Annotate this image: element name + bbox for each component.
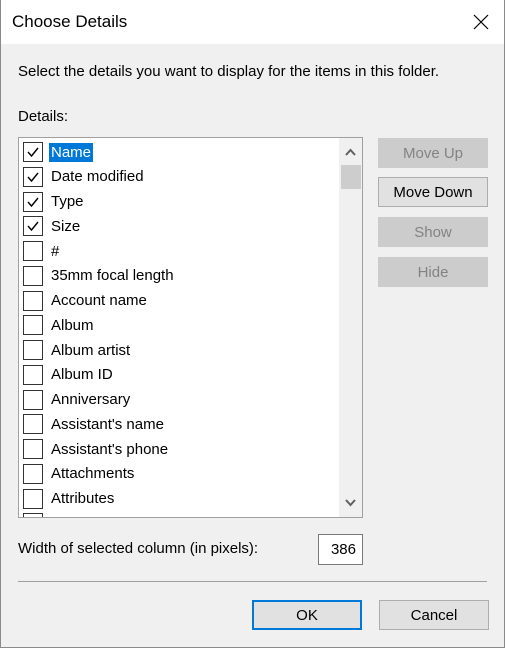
close-icon: [473, 14, 489, 30]
hide-button[interactable]: Hide: [378, 257, 488, 287]
item-checkbox[interactable]: [23, 216, 43, 237]
item-checkbox[interactable]: [23, 439, 43, 459]
item-label: Date modified: [51, 168, 144, 186]
choose-details-dialog: Choose Details Select the details you wa…: [0, 0, 505, 648]
item-label: #: [51, 242, 60, 260]
item-checkbox[interactable]: [23, 166, 43, 187]
checkmark-icon: [27, 147, 39, 158]
list-item[interactable]: Assistant's phone: [23, 437, 170, 461]
list-item[interactable]: 35mm focal length: [23, 264, 176, 288]
list-item[interactable]: Assistant's name: [23, 412, 166, 436]
item-checkbox[interactable]: [23, 315, 43, 336]
item-checkbox[interactable]: [23, 513, 43, 517]
list-item[interactable]: Album ID: [23, 363, 115, 387]
checkmark-icon: [27, 197, 39, 207]
column-width-label: Width of selected column (in pixels):: [18, 540, 259, 557]
item-label: Anniversary: [51, 391, 131, 408]
vertical-scrollbar[interactable]: [339, 138, 362, 517]
scroll-thumb[interactable]: [341, 165, 361, 189]
item-label: Attachments: [51, 465, 135, 483]
item-label: Assistant's name: [51, 415, 164, 433]
cancel-button[interactable]: Cancel: [379, 600, 489, 630]
list-item[interactable]: Album artist: [23, 338, 132, 362]
list-item[interactable]: Type: [23, 190, 86, 214]
item-checkbox[interactable]: [23, 463, 43, 484]
list-item[interactable]: Album: [23, 313, 96, 337]
list-item[interactable]: Account name: [23, 289, 149, 313]
item-checkbox[interactable]: [23, 191, 43, 212]
chevron-up-icon: [345, 148, 356, 156]
item-checkbox[interactable]: [23, 488, 43, 509]
item-checkbox[interactable]: [23, 414, 43, 435]
details-listbox[interactable]: Name Date modified Type Size #35mm focal len…: [18, 137, 363, 518]
scroll-up-button[interactable]: [339, 140, 362, 164]
column-width-input[interactable]: [318, 534, 363, 565]
move-up-button[interactable]: Move Up: [378, 138, 488, 168]
chevron-down-icon: [345, 499, 356, 507]
item-label: Album artist: [51, 341, 131, 359]
list-item[interactable]: [23, 511, 53, 517]
item-label: Assistant's phone: [51, 440, 169, 458]
item-checkbox[interactable]: [23, 364, 43, 385]
details-label: Details:: [18, 108, 69, 125]
item-label: Account name: [51, 292, 147, 309]
list-item[interactable]: Size: [23, 214, 82, 238]
item-label: Type: [51, 193, 84, 210]
item-checkbox[interactable]: [23, 265, 43, 286]
item-checkbox[interactable]: [23, 290, 43, 311]
item-label: Album: [51, 316, 94, 334]
ok-button[interactable]: OK: [252, 600, 362, 630]
list-item[interactable]: #: [23, 239, 61, 263]
item-label: Attributes: [51, 490, 115, 507]
title-bar: Choose Details: [1, 0, 504, 44]
dialog-title: Choose Details: [12, 12, 128, 31]
checkmark-icon: [27, 172, 39, 182]
list-item[interactable]: Date modified: [23, 165, 146, 189]
item-checkbox[interactable]: [23, 340, 43, 360]
item-checkbox[interactable]: [23, 142, 43, 162]
list-item[interactable]: Anniversary: [23, 388, 132, 412]
checkmark-icon: [27, 221, 39, 232]
list-item[interactable]: Attributes: [23, 487, 116, 511]
item-label: Name: [49, 142, 94, 162]
show-button[interactable]: Show: [378, 217, 488, 247]
item-label: Album ID: [51, 366, 113, 384]
close-button[interactable]: [458, 0, 504, 44]
list-item[interactable]: Name: [23, 140, 94, 164]
scroll-down-button[interactable]: [339, 491, 362, 515]
divider: [18, 581, 487, 582]
item-checkbox[interactable]: [23, 241, 43, 261]
item-checkbox[interactable]: [23, 389, 43, 410]
move-down-button[interactable]: Move Down: [378, 177, 488, 207]
list-item[interactable]: Attachments: [23, 462, 136, 486]
description-text: Select the details you want to display f…: [18, 63, 440, 80]
item-label: Size: [51, 217, 81, 235]
item-label: 35mm focal length: [51, 267, 174, 285]
